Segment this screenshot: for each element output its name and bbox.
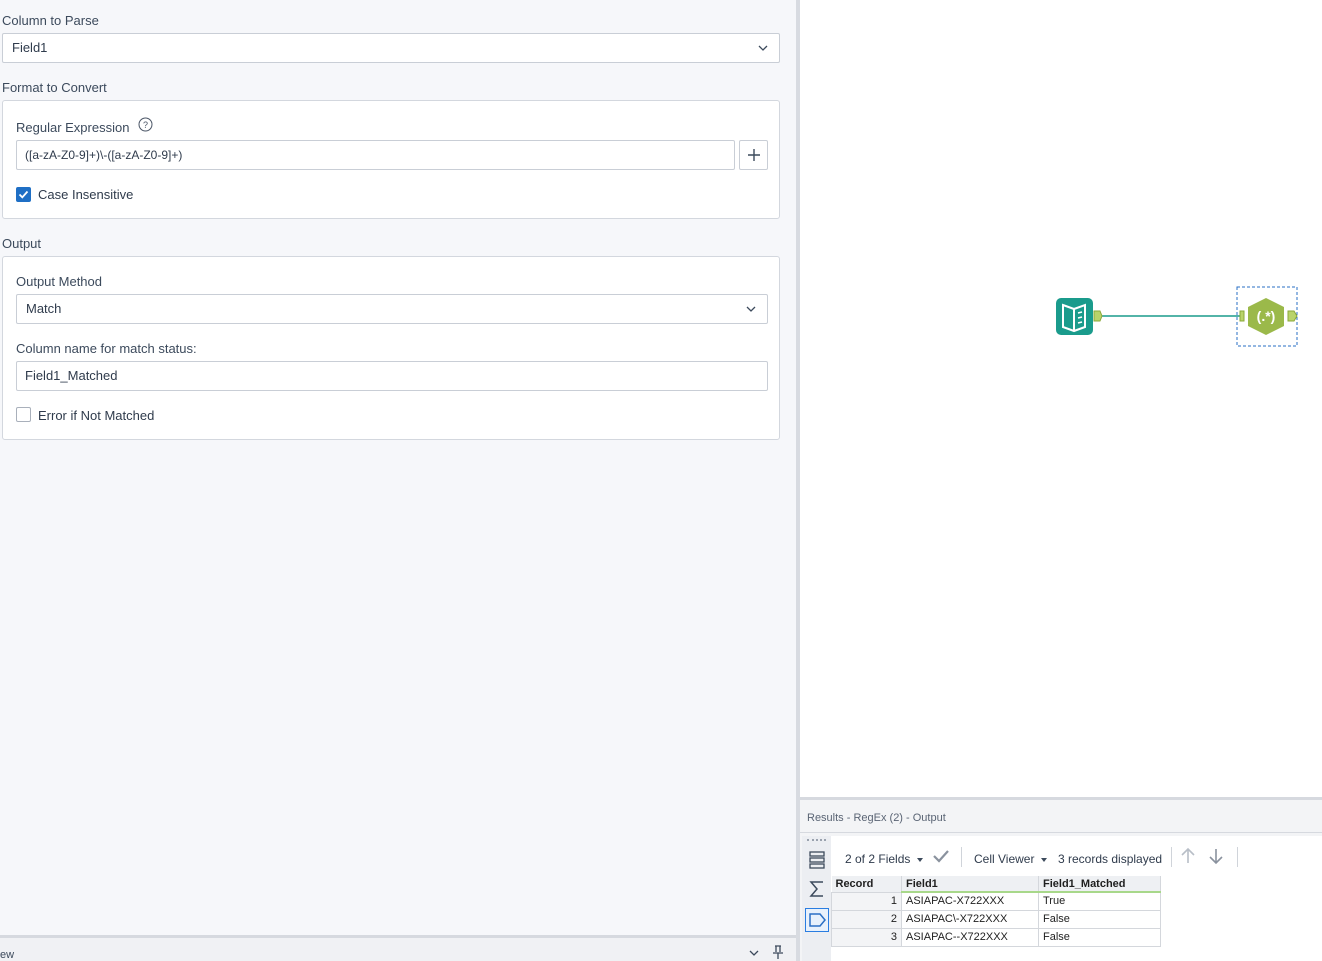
results-sidebar bbox=[802, 836, 831, 961]
toolbar-separator bbox=[961, 847, 962, 867]
error-if-not-matched-label: Error if Not Matched bbox=[38, 408, 155, 423]
results-table: Record Field1 Field1_Matched 1 ASIAPAC-X… bbox=[831, 876, 1161, 947]
cell-field1[interactable]: ASIAPAC--X722XXX bbox=[901, 927, 1039, 947]
arrow-up-icon[interactable] bbox=[1180, 847, 1196, 865]
column-header-field1[interactable]: Field1 bbox=[901, 876, 1039, 893]
record-number: 1 bbox=[831, 891, 902, 911]
left-panel-bottom-bar: ew bbox=[0, 935, 796, 961]
bottom-tab-label[interactable]: ew bbox=[0, 949, 14, 961]
add-regex-button[interactable] bbox=[739, 140, 768, 170]
regex-tool-glyph: (.*) bbox=[1257, 308, 1276, 324]
output-section-label: Output bbox=[2, 236, 42, 251]
output-group: Output Method Match Column name for matc… bbox=[2, 256, 780, 440]
column-to-parse-value: Field1 bbox=[12, 40, 48, 55]
table-row[interactable]: 3 ASIAPAC--X722XXX False bbox=[831, 927, 1161, 947]
table-header-row: Record Field1 Field1_Matched bbox=[831, 876, 1161, 893]
regex-input[interactable]: ([a-zA-Z0-9]+)\-([a-zA-Z0-9]+) bbox=[16, 140, 735, 170]
output-method-dropdown[interactable]: Match bbox=[16, 294, 768, 324]
summary-sigma-icon[interactable] bbox=[805, 877, 829, 901]
cell-viewer-dropdown[interactable]: Cell Viewer bbox=[974, 852, 1034, 866]
output-method-label: Output Method bbox=[16, 274, 102, 289]
match-column-label: Column name for match status: bbox=[16, 341, 197, 356]
record-number: 3 bbox=[831, 927, 902, 947]
configuration-panel: Column to Parse Field1 Format to Convert… bbox=[0, 0, 796, 935]
results-title: Results - RegEx (2) - Output bbox=[807, 812, 946, 824]
cell-field1[interactable]: ASIAPAC-X722XXX bbox=[901, 891, 1039, 911]
workflow-canvas[interactable]: (.*) bbox=[800, 0, 1322, 797]
format-to-convert-group: Regular Expression ? ([a-zA-Z0-9]+)\-([a… bbox=[2, 100, 780, 219]
checkmark-icon bbox=[18, 190, 29, 199]
help-icon[interactable]: ? bbox=[138, 117, 153, 132]
results-panel: Results - RegEx (2) - Output 2 of 2 Fiel… bbox=[800, 797, 1322, 961]
format-to-convert-label: Format to Convert bbox=[2, 80, 107, 95]
toolbar-separator bbox=[1237, 847, 1238, 867]
output-method-value: Match bbox=[26, 301, 62, 316]
caret-down-icon[interactable] bbox=[917, 858, 923, 862]
error-if-not-matched-checkbox[interactable] bbox=[16, 407, 31, 422]
toolbar-separator bbox=[1171, 847, 1172, 867]
table-view-icon[interactable] bbox=[805, 848, 829, 872]
record-number: 2 bbox=[831, 909, 902, 929]
cell-field1-matched[interactable]: False bbox=[1038, 909, 1161, 929]
table-row[interactable]: 2 ASIAPAC\-X722XXX False bbox=[831, 909, 1161, 929]
records-displayed: 3 records displayed bbox=[1058, 852, 1163, 866]
svg-text:?: ? bbox=[143, 120, 148, 130]
chevron-down-icon[interactable] bbox=[748, 948, 760, 958]
cell-field1[interactable]: ASIAPAC\-X722XXX bbox=[901, 909, 1039, 929]
case-insensitive-checkbox[interactable] bbox=[16, 187, 31, 202]
input-data-tool[interactable] bbox=[1056, 298, 1103, 335]
pin-icon[interactable] bbox=[771, 945, 785, 960]
column-header-record[interactable]: Record bbox=[831, 876, 902, 892]
regex-label: Regular Expression bbox=[16, 120, 130, 135]
chevron-down-icon bbox=[758, 45, 768, 51]
checkmark-icon[interactable] bbox=[932, 849, 950, 863]
metadata-tag-icon[interactable] bbox=[805, 908, 829, 932]
arrow-down-icon[interactable] bbox=[1208, 847, 1224, 865]
cell-field1-matched[interactable]: True bbox=[1038, 891, 1161, 911]
workflow-diagram: (.*) bbox=[1056, 286, 1298, 347]
results-title-divider bbox=[800, 832, 1322, 833]
column-to-parse-dropdown[interactable]: Field1 bbox=[2, 33, 780, 63]
case-insensitive-label: Case Insensitive bbox=[38, 187, 134, 202]
sidebar-grip[interactable] bbox=[807, 839, 826, 842]
fields-selector[interactable]: 2 of 2 Fields bbox=[845, 852, 910, 866]
table-row[interactable]: 1 ASIAPAC-X722XXX True bbox=[831, 891, 1161, 911]
match-column-input[interactable]: Field1_Matched bbox=[16, 361, 768, 391]
results-grid: Record Field1 Field1_Matched 1 ASIAPAC-X… bbox=[831, 876, 1322, 961]
column-to-parse-label: Column to Parse bbox=[2, 13, 99, 28]
plus-icon bbox=[748, 149, 760, 161]
regex-tool[interactable]: (.*) bbox=[1236, 286, 1298, 347]
caret-down-icon[interactable] bbox=[1041, 858, 1047, 862]
results-toolbar: 2 of 2 Fields Cell Viewer 3 records disp… bbox=[831, 836, 1322, 876]
cell-field1-matched[interactable]: False bbox=[1038, 927, 1161, 947]
column-header-field1-matched[interactable]: Field1_Matched bbox=[1038, 876, 1161, 893]
chevron-down-icon bbox=[746, 306, 756, 312]
